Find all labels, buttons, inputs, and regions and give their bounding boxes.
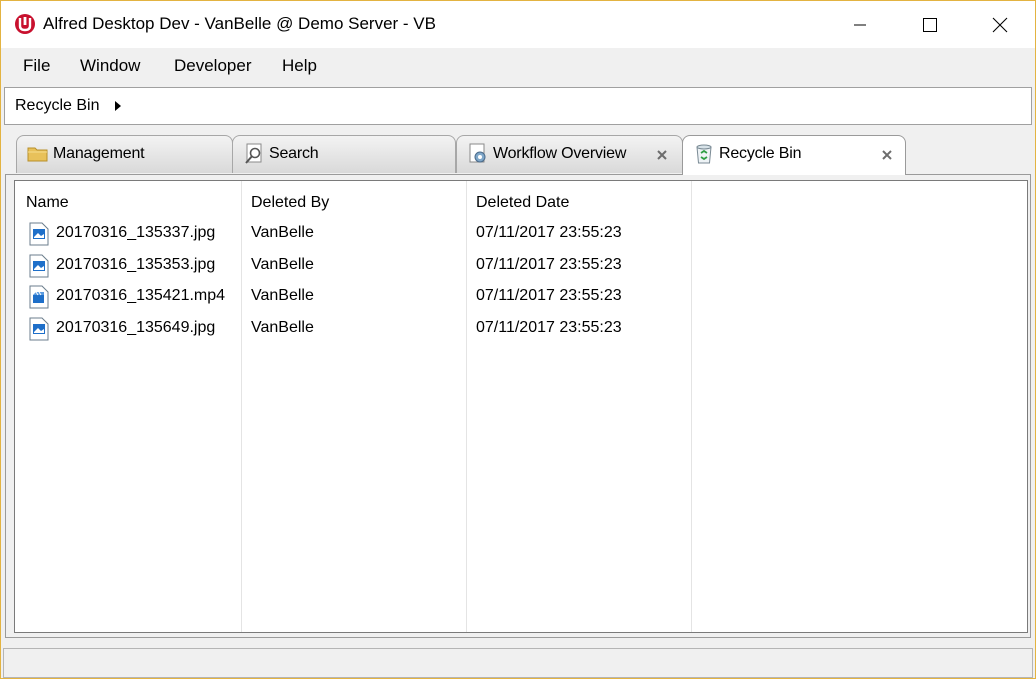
close-tab-icon[interactable] (881, 149, 893, 161)
status-bar (3, 648, 1033, 678)
image-file-icon (29, 254, 49, 278)
app-window: Alfred Desktop Dev - VanBelle @ Demo Ser… (0, 0, 1036, 679)
cell-deleted-date: 07/11/2017 23:55:23 (476, 256, 622, 273)
tab-strip: Management Search Workflow Overview Recy… (1, 129, 1035, 175)
video-file-icon (29, 285, 49, 309)
search-icon (245, 143, 262, 164)
tab-workflow-overview[interactable]: Workflow Overview (456, 135, 683, 173)
minimize-button[interactable] (825, 1, 895, 48)
column-header-deleted-by[interactable]: Deleted By (251, 194, 329, 212)
close-icon (992, 17, 1008, 32)
menu-help[interactable]: Help (282, 56, 317, 76)
minimize-icon (854, 24, 866, 25)
deleted-items-list[interactable]: Name Deleted By Deleted Date 20170316_13… (14, 180, 1028, 633)
menu-bar: File Window Developer Help (1, 48, 1035, 84)
cell-deleted-by: VanBelle (251, 224, 314, 241)
cell-deleted-by: VanBelle (251, 287, 314, 304)
tab-search[interactable]: Search (232, 135, 456, 173)
recycle-bin-icon (696, 144, 712, 164)
image-file-icon (29, 222, 49, 246)
app-logo-icon (15, 14, 35, 34)
image-file-icon (29, 317, 49, 341)
menu-file[interactable]: File (23, 56, 50, 76)
tab-label: Management (53, 145, 145, 162)
cell-deleted-by: VanBelle (251, 256, 314, 273)
workflow-icon (469, 143, 486, 163)
menu-developer[interactable]: Developer (174, 56, 252, 76)
tab-recycle-bin[interactable]: Recycle Bin (682, 135, 906, 175)
cell-deleted-date: 07/11/2017 23:55:23 (476, 287, 622, 304)
column-header-name[interactable]: Name (26, 194, 69, 212)
breadcrumb: Recycle Bin (4, 87, 1032, 125)
table-row[interactable]: 20170316_135337.jpg VanBelle 07/11/2017 … (15, 219, 695, 249)
recycle-bin-panel: Name Deleted By Deleted Date 20170316_13… (5, 174, 1031, 638)
tab-label: Workflow Overview (493, 145, 627, 162)
column-header-deleted-date[interactable]: Deleted Date (476, 194, 569, 212)
tab-management[interactable]: Management (16, 135, 233, 173)
maximize-button[interactable] (895, 1, 965, 48)
table-row[interactable]: 20170316_135421.mp4 VanBelle 07/11/2017 … (15, 282, 695, 312)
cell-deleted-date: 07/11/2017 23:55:23 (476, 319, 622, 336)
title-bar[interactable]: Alfred Desktop Dev - VanBelle @ Demo Ser… (1, 1, 1035, 48)
close-window-button[interactable] (965, 1, 1035, 48)
cell-deleted-by: VanBelle (251, 319, 314, 336)
table-row[interactable]: 20170316_135649.jpg VanBelle 07/11/2017 … (15, 314, 695, 344)
cell-name: 20170316_135421.mp4 (56, 287, 226, 304)
close-tab-icon[interactable] (656, 149, 668, 161)
menu-window[interactable]: Window (80, 56, 140, 76)
folder-icon (27, 147, 48, 162)
window-title: Alfred Desktop Dev - VanBelle @ Demo Ser… (43, 14, 436, 33)
cell-deleted-date: 07/11/2017 23:55:23 (476, 224, 622, 241)
table-row[interactable]: 20170316_135353.jpg VanBelle 07/11/2017 … (15, 251, 695, 281)
breadcrumb-item-recycle-bin[interactable]: Recycle Bin (15, 97, 99, 115)
cell-name: 20170316_135337.jpg (56, 224, 216, 241)
breadcrumb-arrow-icon[interactable] (115, 101, 121, 111)
cell-name: 20170316_135649.jpg (56, 319, 216, 336)
maximize-icon (923, 17, 937, 32)
cell-name: 20170316_135353.jpg (56, 256, 216, 273)
tab-label: Search (269, 145, 319, 162)
tab-label: Recycle Bin (719, 145, 802, 162)
